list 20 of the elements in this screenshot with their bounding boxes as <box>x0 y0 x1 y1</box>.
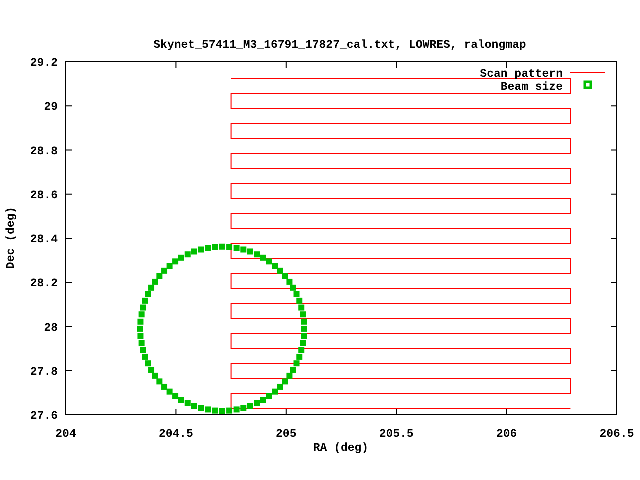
y-tick-label: 28.8 <box>30 145 58 158</box>
y-axis-label: Dec (deg) <box>5 206 18 270</box>
y-tick-label: 28.2 <box>30 278 58 291</box>
legend-label: Scan pattern <box>480 68 563 81</box>
x-tick-label: 205 <box>276 428 297 441</box>
x-tick-label: 204 <box>56 428 76 441</box>
chart-title: Skynet_57411_M3_16791_17827_cal.txt, LOWRES, ralongmap <box>154 39 526 52</box>
x-axis-label: RA (deg) <box>313 442 369 455</box>
y-tick-label: 28.4 <box>30 234 58 246</box>
y-tick-label: 29.2 <box>30 57 58 70</box>
legend-label: Beam size <box>500 81 563 94</box>
y-tick-label: 28 <box>44 322 58 335</box>
x-tick-label: 206 <box>496 428 518 441</box>
x-tick-label: 206.5 <box>600 428 634 441</box>
y-tick-label: 29 <box>44 101 58 114</box>
x-tick-label: 205.5 <box>379 428 414 441</box>
y-tick-label: 28.6 <box>30 189 58 202</box>
y-tick-label: 27.8 <box>30 366 58 379</box>
y-tick-label: 27.6 <box>30 410 58 423</box>
x-tick-label: 204.5 <box>158 428 194 441</box>
